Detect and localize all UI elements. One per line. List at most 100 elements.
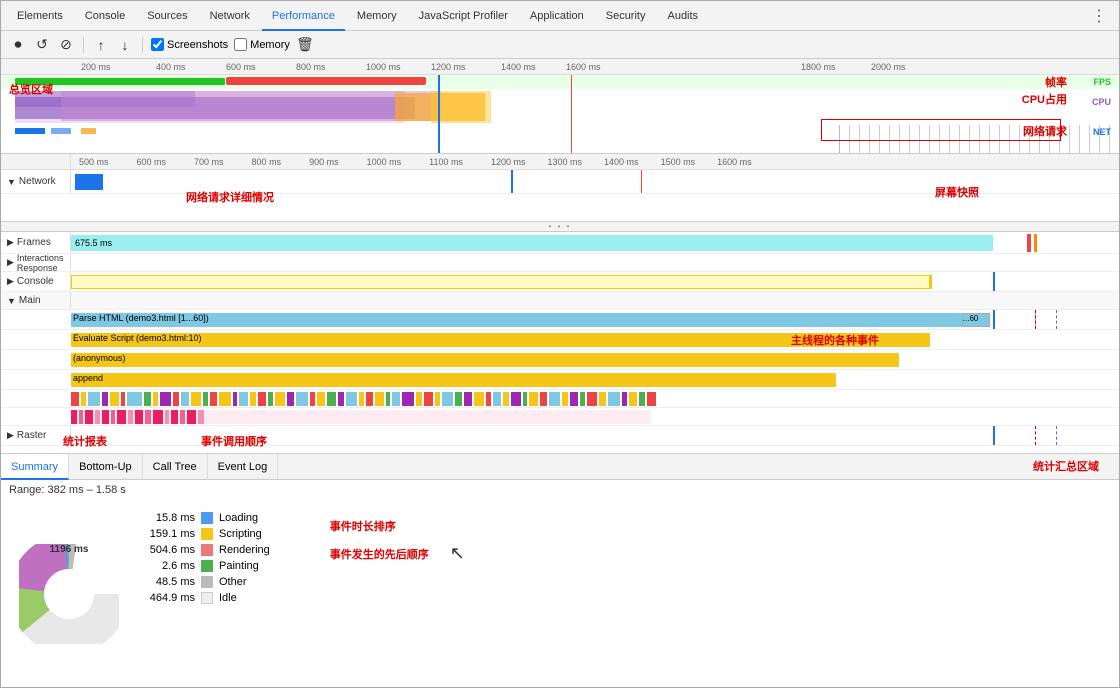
download-button[interactable]: ↓ <box>116 36 134 54</box>
stats-tab-summary[interactable]: Summary <box>1 454 69 480</box>
cpu-chart <box>1 89 841 125</box>
screenshots-checkbox-label[interactable]: Screenshots <box>151 38 228 51</box>
screenshots-checkbox[interactable] <box>151 38 164 51</box>
tab-application[interactable]: Application <box>520 1 594 31</box>
stats-tab-bar: Summary Bottom-Up Call Tree Event Log 统计… <box>1 454 1119 480</box>
console-content <box>71 272 1119 291</box>
dense-2-content <box>71 408 1119 425</box>
more-tabs-button[interactable]: ⋮ <box>1085 6 1113 26</box>
divider-1 <box>83 37 84 53</box>
annotation-event-length: 事件时长排序 <box>330 518 429 534</box>
pie-svg <box>19 544 119 644</box>
dense-row-1 <box>1 390 1119 408</box>
tick-d-1000: 1000 ms <box>367 157 402 167</box>
painting-label: Painting <box>219 560 259 572</box>
stats-panel: Summary Bottom-Up Call Tree Event Log 统计… <box>1 454 1119 687</box>
idle-label: Idle <box>219 592 237 604</box>
frames-content: 675.5 ms <box>71 232 1119 253</box>
annotation-cpu: CPU占用 <box>1022 91 1067 107</box>
interactions-label[interactable]: ▶ Interactions Response <box>1 254 71 271</box>
net-chart <box>1 125 839 137</box>
tab-bar: Elements Console Sources Network Perform… <box>1 1 1119 31</box>
fps-row <box>1 75 1119 89</box>
network-label: ▼ Network <box>1 170 71 193</box>
reload-button[interactable]: ↺ <box>33 36 51 54</box>
stats-tab-event-log[interactable]: Event Log <box>208 454 279 480</box>
annotation-network-detail: 网络请求详细情况 <box>186 189 274 205</box>
stats-tab-call-tree[interactable]: Call Tree <box>143 454 208 480</box>
loading-dot <box>201 512 213 524</box>
parse-html-bar[interactable]: Parse HTML (demo3.html [1...60]) <box>71 313 962 327</box>
tick-d-1400: 1400 ms <box>604 157 639 167</box>
dense-row-2 <box>1 408 1119 426</box>
network-label-text: Network <box>19 176 56 187</box>
tab-security[interactable]: Security <box>596 1 656 31</box>
tick-d-800: 800 ms <box>252 157 282 167</box>
loading-label: Loading <box>219 512 258 524</box>
console-mark <box>930 275 932 289</box>
stats-tab-bottom-up[interactable]: Bottom-Up <box>69 454 143 480</box>
dense-1-content <box>71 390 1119 407</box>
screenshots-label: Screenshots <box>167 39 228 51</box>
tick-d-1300: 1300 ms <box>548 157 583 167</box>
console-vmarker <box>993 272 995 291</box>
stats-tab-spacer <box>278 454 1013 479</box>
dense-1-indent <box>1 390 71 407</box>
tab-console[interactable]: Console <box>75 1 135 31</box>
legend-other: 48.5 ms Other <box>145 576 270 588</box>
net-bar <box>1 125 839 137</box>
memory-checkbox-label[interactable]: Memory <box>234 38 290 51</box>
cpu-area <box>1 89 1119 125</box>
tab-js-profiler[interactable]: JavaScript Profiler <box>409 1 518 31</box>
anonymous-bar[interactable]: (anonymous) <box>71 353 899 367</box>
raster-track: ▶ Raster <box>1 426 1119 446</box>
tick-2000: 2000 ms <box>871 62 906 72</box>
raster-label[interactable]: ▶ Raster <box>1 426 71 445</box>
annotation-overview: 总览区域 <box>9 81 53 97</box>
screenshots-row <box>839 125 1119 153</box>
controls-bar: ⏺ ↺ ⊘ ↑ ↓ Screenshots Memory 🗑 <box>1 31 1119 59</box>
tab-performance[interactable]: Performance <box>262 1 345 31</box>
eval-script-content: Evaluate Script (demo3.html:10) <box>71 330 1119 349</box>
tick-400: 400 ms <box>156 62 186 72</box>
devtools-window: Elements Console Sources Network Perform… <box>0 0 1120 688</box>
upload-button[interactable]: ↑ <box>92 36 110 54</box>
detail-panel: 500 ms 600 ms 700 ms 800 ms 900 ms 1000 … <box>1 154 1119 222</box>
tick-d-900: 900 ms <box>309 157 339 167</box>
idle-dot <box>201 592 213 604</box>
console-label[interactable]: ▶ Console <box>1 272 71 291</box>
main-label[interactable]: ▼ Main <box>1 292 71 309</box>
other-dot <box>201 576 213 588</box>
label-cpu: CPU <box>1092 97 1111 107</box>
main-label-text: Main <box>19 295 41 306</box>
parse-html-content: Parse HTML (demo3.html [1...60]) ...60 <box>71 310 1119 329</box>
label-fps: FPS <box>1093 77 1111 87</box>
pie-chart: 1196 ms <box>9 508 129 679</box>
main-track-header: ▼ Main <box>1 292 1119 310</box>
tick-d-1600: 1600 ms <box>717 157 752 167</box>
tab-network[interactable]: Network <box>200 1 260 31</box>
annotation-screenshots: 屏幕快照 <box>935 184 979 200</box>
annotation-event-call: 事件调用顺序 <box>201 433 267 449</box>
tab-sources[interactable]: Sources <box>137 1 197 31</box>
clear-button[interactable]: ⊘ <box>57 36 75 54</box>
painting-value: 2.6 ms <box>145 560 195 572</box>
anonymous-content: (anonymous) <box>71 350 1119 369</box>
tick-1000: 1000 ms <box>366 62 401 72</box>
trash-button[interactable]: 🗑 <box>296 36 314 54</box>
scripting-value: 159.1 ms <box>145 528 195 540</box>
stats-legend: 15.8 ms Loading 159.1 ms Scripting 504.6… <box>129 508 270 679</box>
frames-bar: 675.5 ms <box>71 235 993 251</box>
raster-label-text: Raster <box>17 430 46 441</box>
tab-audits[interactable]: Audits <box>657 1 708 31</box>
frames-label[interactable]: ▶ Frames <box>1 232 71 253</box>
append-bar[interactable]: append <box>71 373 836 387</box>
tick-200: 200 ms <box>81 62 111 72</box>
tab-memory[interactable]: Memory <box>347 1 407 31</box>
overview-ruler: 200 ms 400 ms 600 ms 800 ms 1000 ms 1200… <box>1 59 1119 75</box>
annotation-stats-report: 统计报表 <box>63 433 107 449</box>
tab-elements[interactable]: Elements <box>7 1 73 31</box>
dense-2-indent <box>1 408 71 425</box>
memory-checkbox[interactable] <box>234 38 247 51</box>
record-button[interactable]: ⏺ <box>9 36 27 54</box>
